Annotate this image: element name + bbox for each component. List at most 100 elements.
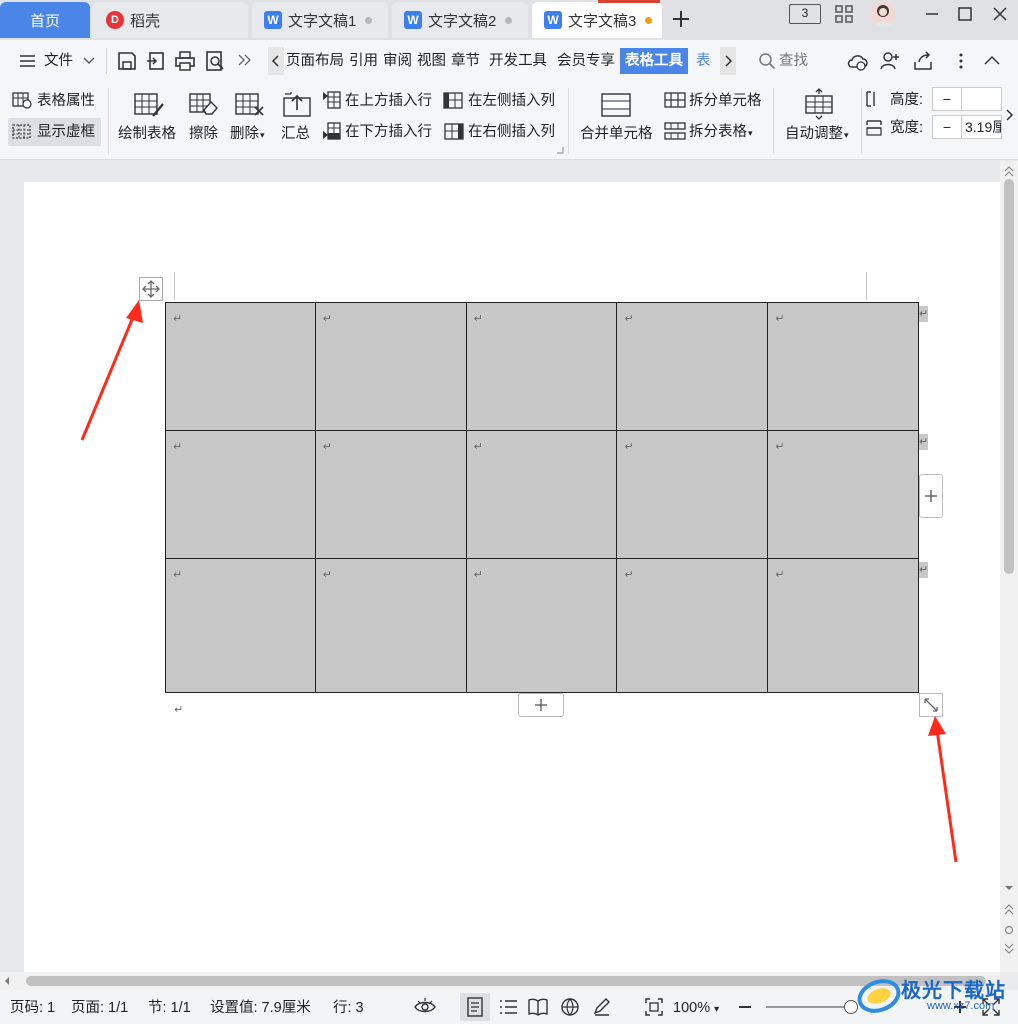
tab-home[interactable]: 首页	[0, 2, 90, 38]
fit-page-icon[interactable]	[643, 996, 665, 1018]
print-icon[interactable]	[174, 50, 196, 72]
table-cell[interactable]: ↵	[314, 302, 467, 431]
summary-button[interactable]: 汇总	[281, 125, 310, 143]
split-cells-button[interactable]: 拆分单元格	[689, 92, 762, 110]
document-table[interactable]: ↵ ↵ ↵ ↵ ↵ ↵ ↵ ↵ ↵ ↵ ↵ ↵ ↵ ↵ ↵	[165, 302, 919, 693]
table-cell[interactable]: ↵	[767, 558, 919, 693]
chevron-down-icon[interactable]	[82, 55, 96, 67]
tab-daoke[interactable]: D 稻壳	[92, 2, 248, 38]
insert-row-above-button[interactable]: 在上方插入行	[345, 92, 432, 110]
insert-column-right-button[interactable]: 在右侧插入列	[468, 123, 555, 141]
file-menu[interactable]: 文件	[44, 50, 73, 72]
eye-protection-icon[interactable]	[413, 997, 437, 1017]
share-user-icon[interactable]	[879, 50, 901, 72]
delete-button[interactable]: 删除▾	[230, 125, 265, 144]
new-tab-plus-icon[interactable]	[670, 8, 692, 30]
add-row-button[interactable]	[518, 693, 564, 717]
writing-mode-pen-icon[interactable]	[591, 997, 613, 1017]
next-page-icon[interactable]	[1004, 941, 1014, 955]
outline-view-icon[interactable]	[497, 997, 519, 1017]
menu-scroll-right-button[interactable]	[720, 47, 736, 75]
close-icon[interactable]	[990, 5, 1010, 23]
line-status[interactable]: 行: 3	[333, 999, 364, 1017]
scroll-top-icon[interactable]	[1004, 165, 1014, 179]
width-input[interactable]: 3.19厘	[962, 115, 1002, 139]
more-options-icon[interactable]	[953, 51, 969, 71]
save-icon[interactable]	[116, 50, 138, 72]
table-cell[interactable]: ↵	[165, 558, 316, 693]
more-tools-icon[interactable]	[236, 52, 252, 68]
tab-doc1[interactable]: W 文字文稿1	[252, 2, 388, 38]
share-icon[interactable]	[912, 50, 934, 72]
collapse-ribbon-chevron-up-icon[interactable]	[982, 52, 1002, 68]
user-avatar[interactable]	[870, 1, 896, 27]
draw-table-button[interactable]: 绘制表格	[118, 125, 176, 143]
prev-page-icon[interactable]	[1004, 903, 1014, 917]
page-number-status[interactable]: 页码: 1	[10, 999, 55, 1017]
auto-fit-button[interactable]: 自动调整▾	[785, 125, 849, 144]
insert-column-left-button[interactable]: 在左侧插入列	[468, 92, 555, 110]
table-cell[interactable]: ↵	[314, 558, 467, 693]
tab-doc3[interactable]: W 文字文稿3	[532, 2, 662, 38]
export-pdf-icon[interactable]	[145, 50, 167, 72]
print-preview-icon[interactable]	[204, 50, 226, 72]
table-properties-button[interactable]: 表格属性	[37, 92, 95, 110]
height-input[interactable]	[962, 87, 1002, 111]
split-table-button[interactable]: 拆分表格▾	[689, 123, 753, 142]
search-button[interactable]: 查找	[779, 50, 808, 72]
dialog-launcher-icon[interactable]	[556, 146, 564, 154]
minimize-icon[interactable]	[922, 6, 942, 22]
maximize-icon[interactable]	[956, 5, 974, 23]
menu-tab-references[interactable]: 引用	[349, 50, 378, 72]
page-view-button[interactable]	[460, 993, 490, 1021]
table-cell[interactable]: ↵	[616, 558, 769, 693]
table-cell[interactable]: ↵	[767, 430, 919, 559]
menu-tab-view[interactable]: 视图	[417, 50, 446, 72]
horizontal-scrollbar[interactable]	[0, 972, 1000, 990]
reading-mode-icon[interactable]	[527, 997, 549, 1017]
erase-button[interactable]: 擦除	[189, 125, 218, 143]
table-cell[interactable]: ↵	[767, 302, 919, 431]
table-cell[interactable]: ↵	[616, 302, 769, 431]
menu-tab-table-tools[interactable]: 表格工具	[620, 48, 688, 74]
pages-status[interactable]: 页面: 1/1	[71, 999, 128, 1017]
table-cell[interactable]: ↵	[616, 430, 769, 559]
add-column-button[interactable]	[919, 474, 943, 518]
scroll-down-arrow-icon[interactable]	[1004, 883, 1014, 893]
menu-tab-developer[interactable]: 开发工具	[489, 50, 547, 72]
table-cell[interactable]: ↵	[314, 430, 467, 559]
zoom-out-icon[interactable]	[737, 998, 753, 1016]
insert-row-below-button[interactable]: 在下方插入行	[345, 123, 432, 141]
scroll-left-arrow-icon[interactable]	[2, 976, 12, 986]
hamburger-menu-icon[interactable]	[18, 52, 38, 70]
grid-apps-icon[interactable]	[834, 4, 854, 24]
menu-tab-chapter[interactable]: 章节	[451, 50, 480, 72]
table-cell[interactable]: ↵	[165, 302, 316, 431]
table-cell[interactable]: ↵	[165, 430, 316, 559]
section-status[interactable]: 节: 1/1	[148, 999, 191, 1017]
multi-window-icon[interactable]: 3	[789, 4, 821, 24]
width-decrease-button[interactable]: −	[932, 115, 962, 139]
menu-tab-page-layout[interactable]: 页面布局	[286, 50, 344, 72]
cloud-sync-icon[interactable]	[846, 50, 868, 72]
table-cell[interactable]: ↵	[465, 302, 618, 431]
search-icon[interactable]	[758, 52, 776, 70]
table-cell[interactable]: ↵	[465, 558, 618, 693]
zoom-percent-dropdown[interactable]: 100% ▾	[673, 999, 719, 1019]
table-cell[interactable]: ↵	[465, 430, 618, 559]
vertical-scrollbar[interactable]	[1000, 161, 1018, 972]
web-layout-icon[interactable]	[559, 997, 581, 1017]
menu-tab-member[interactable]: 会员专享	[557, 50, 615, 72]
zoom-slider-track[interactable]	[766, 1006, 852, 1008]
tab-doc2[interactable]: W 文字文稿2	[392, 2, 528, 38]
merge-cells-button[interactable]: 合并单元格	[580, 125, 653, 143]
horizontal-scroll-thumb[interactable]	[26, 976, 986, 986]
browse-object-icon[interactable]	[1004, 925, 1014, 935]
menu-scroll-left-button[interactable]	[268, 47, 284, 75]
ribbon-scroll-right-icon[interactable]	[1004, 100, 1016, 130]
height-decrease-button[interactable]: −	[932, 87, 962, 111]
setting-value-status[interactable]: 设置值: 7.9厘米	[210, 999, 311, 1017]
menu-tab-table-style[interactable]: 表格	[696, 50, 718, 72]
vertical-scroll-thumb[interactable]	[1004, 179, 1014, 574]
menu-tab-review[interactable]: 审阅	[383, 50, 412, 72]
